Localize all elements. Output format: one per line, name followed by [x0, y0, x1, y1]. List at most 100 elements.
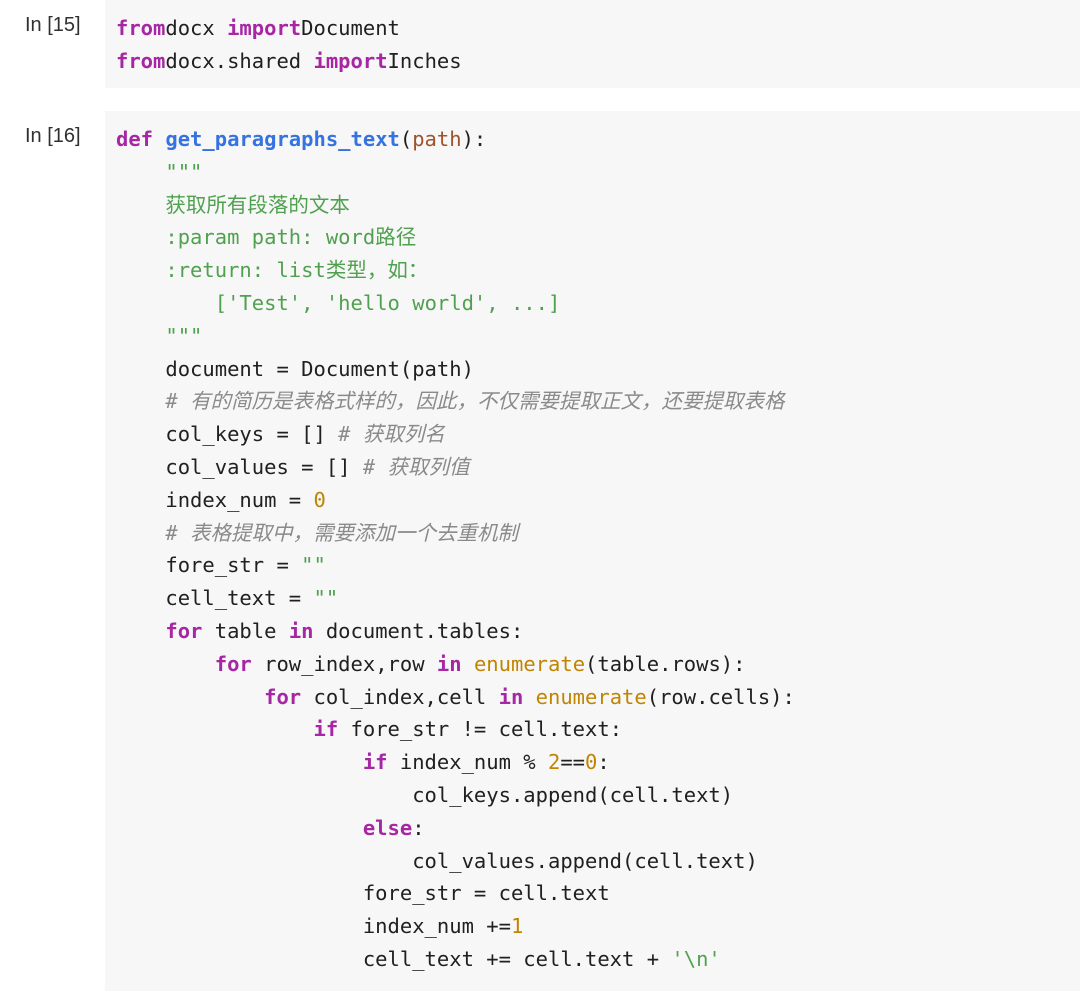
- code-token: in: [436, 651, 462, 676]
- code-token: "": [313, 586, 339, 611]
- code-token: :: [412, 815, 425, 840]
- code-token: enumerate: [473, 651, 586, 676]
- code-token: from: [116, 16, 166, 40]
- code-token: :: [597, 750, 610, 775]
- code-line: index_num = 0: [116, 484, 795, 517]
- code-line: else:: [116, 812, 795, 845]
- code-token: else: [362, 815, 413, 840]
- code-token: table: [202, 618, 289, 643]
- code-token: docx: [165, 16, 228, 40]
- code-token: index_num =: [116, 487, 314, 512]
- code-token: import: [313, 48, 388, 73]
- code-token: index_num +=: [116, 914, 511, 939]
- code-line: document = Document(path): [116, 353, 795, 386]
- code-block: def get_paragraphs_text(path): """ 获取所有段…: [116, 123, 795, 976]
- code-line: col_values = [] # 获取列值: [116, 451, 795, 484]
- code-line: col_keys = [] # 获取列名: [116, 418, 795, 451]
- code-token: ==: [560, 750, 586, 775]
- code-token: cell_text += cell.text +: [116, 946, 672, 971]
- code-token: cell_text =: [116, 586, 314, 611]
- code-line: col_values.append(cell.text): [116, 845, 795, 878]
- code-token: # 有的简历是表格式样的，因此，不仅需要提取正文，还要提取表格: [165, 389, 785, 414]
- code-line: index_num +=1: [116, 910, 795, 943]
- code-token: get_paragraphs_text: [165, 127, 400, 151]
- code-token: 0: [585, 750, 598, 775]
- notebook-cell-15[interactable]: In [15] fromdocx importDocument fromdocx.…: [0, 0, 1080, 88]
- code-token: col_keys.append(cell.text): [116, 782, 734, 807]
- code-block: fromdocx importDocument fromdocx.shared i…: [116, 12, 462, 78]
- code-token: for: [165, 618, 203, 643]
- code-token: fore_str =: [116, 553, 302, 578]
- code-token: enumerate: [535, 684, 647, 709]
- code-token: (row.cells):: [646, 684, 795, 709]
- code-token: in: [498, 684, 524, 709]
- code-line: def get_paragraphs_text(path):: [116, 123, 795, 156]
- code-line: :return: list类型，如：: [116, 254, 795, 287]
- code-token: col_values.append(cell.text): [116, 848, 758, 873]
- code-line: cell_text += cell.text + '\n': [116, 943, 795, 976]
- code-token: def: [116, 127, 154, 151]
- code-token: document = Document(path): [116, 356, 474, 381]
- code-line: if fore_str != cell.text:: [116, 713, 795, 746]
- code-token: :return: list类型，如：: [165, 258, 429, 283]
- code-token: 1: [510, 914, 524, 939]
- code-token: if: [362, 750, 388, 775]
- code-line: fromdocx.shared importInches: [116, 45, 462, 78]
- code-token: col_values = []: [116, 454, 363, 479]
- code-line: if index_num % 2==0:: [116, 746, 795, 779]
- code-token: if: [313, 717, 339, 742]
- code-line: # 表格提取中，需要添加一个去重机制: [116, 517, 795, 550]
- code-token: col_index,cell: [301, 684, 499, 709]
- code-token: "": [301, 553, 326, 578]
- code-token: ['Test', 'hello world', ...]: [214, 290, 561, 315]
- code-token: import: [227, 16, 302, 40]
- code-line: fore_str = cell.text: [116, 877, 795, 910]
- code-token: for: [264, 684, 302, 709]
- code-token: 获取所有段落的文本: [165, 192, 350, 217]
- code-token: :param path: word路径: [165, 225, 417, 250]
- notebook-cell-16[interactable]: In [16] def get_paragraphs_text(path): "…: [0, 111, 1080, 991]
- cell-prompt: In [15]: [25, 14, 81, 36]
- code-token: """: [165, 323, 203, 348]
- code-token: fore_str != cell.text:: [338, 717, 623, 742]
- code-token: # 获取列名: [338, 422, 445, 447]
- cell-prompt: In [16]: [25, 125, 81, 147]
- code-token: index_num %: [387, 750, 548, 775]
- code-line: for table in document.tables:: [116, 615, 795, 648]
- code-token: path: [412, 127, 462, 151]
- code-line: for col_index,cell in enumerate(row.cell…: [116, 681, 795, 714]
- code-token: # 获取列值: [362, 454, 470, 479]
- code-token: 2: [547, 750, 561, 775]
- code-line: cell_text = "": [116, 582, 795, 615]
- code-token: '\n': [671, 946, 721, 971]
- code-line: for row_index,row in enumerate(table.row…: [116, 648, 795, 681]
- code-line: # 有的简历是表格式样的，因此，不仅需要提取正文，还要提取表格: [116, 385, 795, 418]
- code-token: Document: [301, 16, 400, 40]
- code-token: fore_str = cell.text: [116, 881, 610, 906]
- code-token: document.tables:: [313, 618, 524, 643]
- code-token: (table.rows):: [585, 651, 746, 676]
- code-line: ['Test', 'hello world', ...]: [116, 287, 795, 320]
- code-token: ):: [461, 127, 487, 151]
- code-token: (: [399, 127, 413, 151]
- code-line: :param path: word路径: [116, 221, 795, 254]
- code-token: from: [116, 48, 166, 73]
- code-line: fromdocx importDocument: [116, 12, 462, 45]
- code-token: # 表格提取中，需要添加一个去重机制: [165, 520, 519, 545]
- code-token: 0: [313, 487, 326, 512]
- code-line: fore_str = "": [116, 549, 795, 582]
